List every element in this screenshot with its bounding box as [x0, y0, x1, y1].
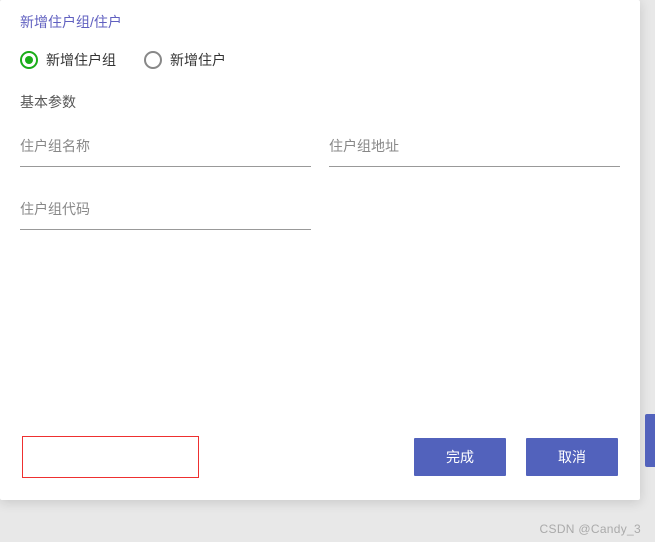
- radio-group: 新增住户组 新增住户: [20, 50, 620, 70]
- fields-row-2: [20, 195, 620, 230]
- field-group-code: [20, 195, 311, 230]
- radio-add-resident[interactable]: 新增住户: [144, 50, 226, 70]
- section-label: 基本参数: [20, 92, 620, 112]
- radio-unselected-icon: [144, 51, 162, 69]
- field-group-address: [329, 132, 620, 167]
- dialog-footer: 完成 取消: [0, 416, 640, 500]
- group-address-input[interactable]: [329, 132, 620, 167]
- confirm-button[interactable]: 完成: [414, 438, 506, 476]
- add-resident-dialog: 新增住户组/住户 新增住户组 新增住户 基本参数: [0, 0, 640, 500]
- radio-add-resident-label: 新增住户: [170, 50, 226, 70]
- cancel-button[interactable]: 取消: [526, 438, 618, 476]
- radio-add-group[interactable]: 新增住户组: [20, 50, 116, 70]
- group-name-input[interactable]: [20, 132, 311, 167]
- dialog-title: 新增住户组/住户: [20, 12, 620, 32]
- radio-add-group-label: 新增住户组: [46, 50, 116, 70]
- radio-selected-icon: [20, 51, 38, 69]
- fields-row-1: [20, 132, 620, 167]
- background-button-edge: [645, 414, 655, 467]
- group-code-input[interactable]: [20, 195, 311, 230]
- field-group-name: [20, 132, 311, 167]
- dialog-body: 新增住户组/住户 新增住户组 新增住户 基本参数: [0, 0, 640, 416]
- error-highlight-box: [22, 436, 199, 478]
- watermark-text: CSDN @Candy_3: [540, 522, 641, 536]
- radio-dot-icon: [25, 56, 33, 64]
